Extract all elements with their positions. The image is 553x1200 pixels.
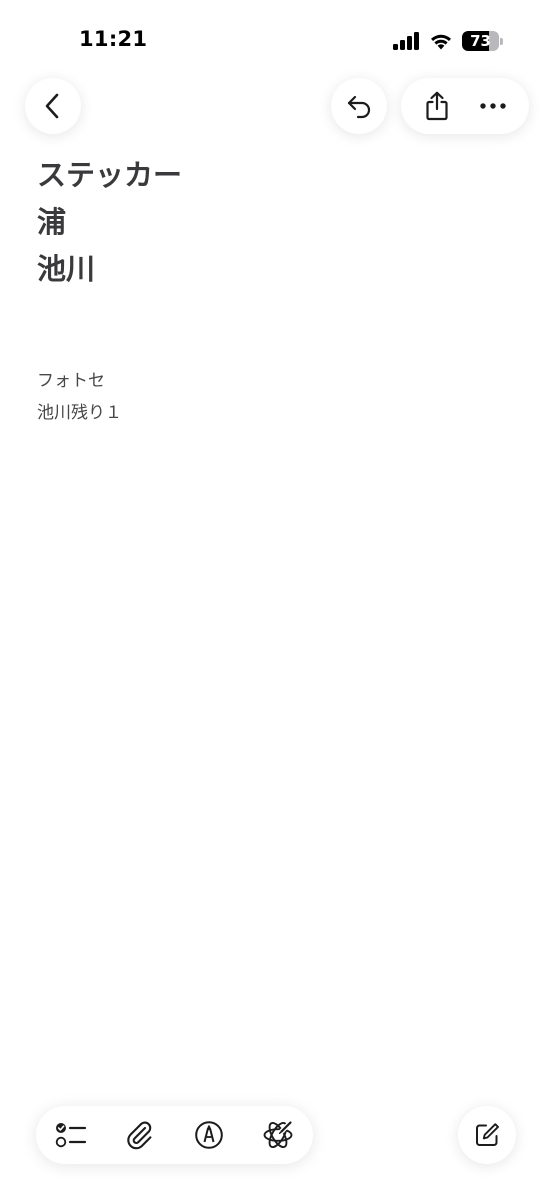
share-icon — [424, 91, 450, 121]
writing-tools-icon — [261, 1118, 295, 1152]
status-bar: 11:21 73 — [0, 0, 553, 80]
new-note-button[interactable] — [458, 1106, 516, 1164]
markup-button[interactable] — [184, 1110, 234, 1160]
compose-icon — [473, 1121, 501, 1149]
share-button[interactable] — [413, 82, 461, 130]
note-title: ステッカー 浦 池川 — [37, 152, 517, 293]
note-toolbar — [36, 1106, 313, 1164]
wifi-icon — [429, 32, 453, 50]
markup-pen-icon — [194, 1120, 224, 1150]
note-title-line: ステッカー — [37, 158, 183, 192]
checklist-button[interactable] — [46, 1110, 96, 1160]
chevron-left-icon — [42, 93, 64, 119]
undo-icon — [345, 93, 373, 119]
note-body-line: 池川残り１ — [37, 403, 122, 423]
note-title-line: 浦 — [37, 205, 67, 239]
writing-tools-button[interactable] — [253, 1110, 303, 1160]
ellipsis-icon — [479, 102, 507, 110]
note-body: フォトセ 池川残り１ — [37, 365, 517, 429]
status-icons: 73 — [393, 30, 504, 52]
battery-indicator: 73 — [462, 31, 504, 51]
note-content[interactable]: ステッカー 浦 池川 フォトセ 池川残り１ — [37, 152, 517, 429]
cellular-signal-icon — [393, 32, 420, 50]
paperclip-icon — [125, 1119, 155, 1151]
status-time: 11:21 — [79, 27, 148, 51]
attachment-button[interactable] — [115, 1110, 165, 1160]
more-button[interactable] — [469, 82, 517, 130]
battery-level: 73 — [470, 32, 491, 50]
undo-button[interactable] — [331, 78, 387, 134]
note-title-line: 池川 — [37, 252, 96, 286]
checklist-icon — [55, 1121, 87, 1149]
note-body-line: フォトセ — [37, 371, 105, 391]
actions-pill — [401, 78, 529, 134]
back-button[interactable] — [25, 78, 81, 134]
